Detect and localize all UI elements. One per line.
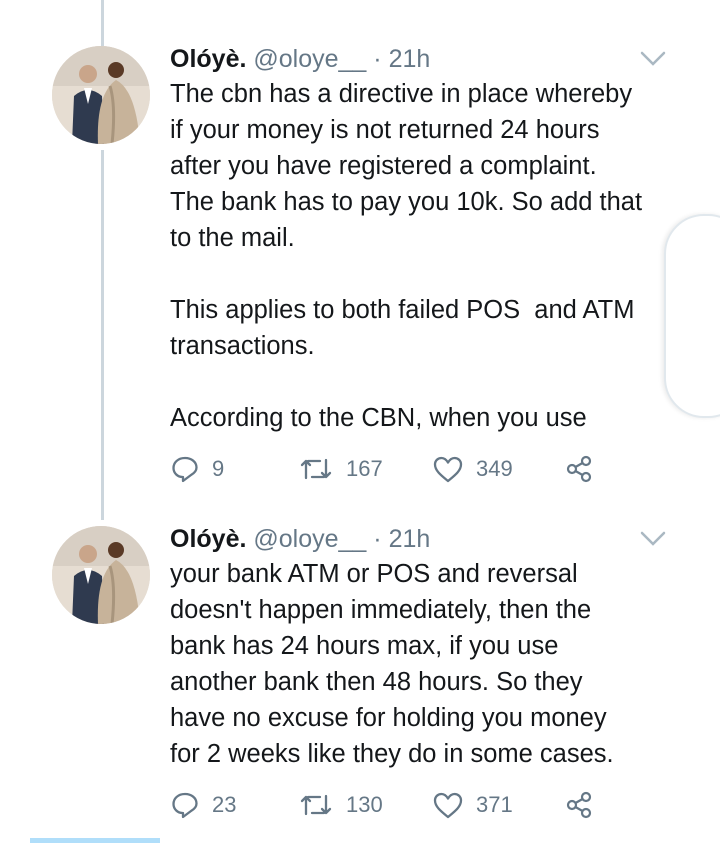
username[interactable]: @oloye__ — [253, 45, 366, 73]
reply-button[interactable]: 23 — [170, 788, 236, 822]
retweet-icon — [298, 454, 334, 484]
retweet-count: 130 — [346, 792, 383, 817]
tweet-header: Olóyè. @oloye__ · 21h — [170, 522, 430, 556]
share-button[interactable] — [564, 788, 594, 822]
tweet-actions: 23 130 371 — [170, 788, 650, 822]
like-icon — [432, 454, 464, 484]
timestamp[interactable]: 21h — [389, 525, 431, 553]
reply-count: 23 — [212, 792, 237, 817]
share-button[interactable] — [564, 452, 594, 486]
separator-dot: · — [373, 525, 382, 553]
tweet-text: your bank ATM or POS and reversal doesn'… — [170, 560, 614, 768]
chevron-down-icon[interactable] — [638, 526, 668, 550]
floating-panel-edge[interactable] — [664, 214, 720, 418]
like-count: 349 — [476, 456, 513, 481]
tweet[interactable]: Olóyè. @oloye__ · 21h The cbn has a dire… — [0, 42, 720, 502]
reply-icon — [170, 454, 200, 484]
retweet-icon — [298, 790, 334, 820]
retweet-count: 167 — [346, 456, 383, 481]
like-count: 371 — [476, 792, 513, 817]
tweet-header: Olóyè. @oloye__ · 21h — [170, 42, 430, 76]
tweet-actions: 9 167 349 — [170, 452, 650, 486]
thread-line-top — [101, 0, 104, 46]
like-button[interactable]: 349 — [432, 452, 513, 486]
separator-dot: · — [373, 45, 382, 73]
share-icon — [564, 790, 594, 820]
retweet-button[interactable]: 167 — [298, 452, 383, 486]
chevron-down-icon[interactable] — [638, 46, 668, 70]
like-icon — [432, 790, 464, 820]
like-button[interactable]: 371 — [432, 788, 513, 822]
reply-count: 9 — [212, 456, 225, 481]
display-name[interactable]: Olóyè. — [170, 45, 246, 73]
reply-icon — [170, 790, 200, 820]
bottom-indicator — [30, 838, 160, 843]
display-name[interactable]: Olóyè. — [170, 525, 246, 553]
tweet-text: The cbn has a directive in place whereby… — [170, 80, 643, 432]
reply-button[interactable]: 9 — [170, 452, 224, 486]
retweet-button[interactable]: 130 — [298, 788, 383, 822]
username[interactable]: @oloye__ — [253, 525, 366, 553]
avatar[interactable] — [52, 526, 150, 624]
tweet[interactable]: Olóyè. @oloye__ · 21h your bank ATM or P… — [0, 522, 720, 832]
share-icon — [564, 454, 594, 484]
avatar[interactable] — [52, 46, 150, 144]
timestamp[interactable]: 21h — [389, 45, 431, 73]
